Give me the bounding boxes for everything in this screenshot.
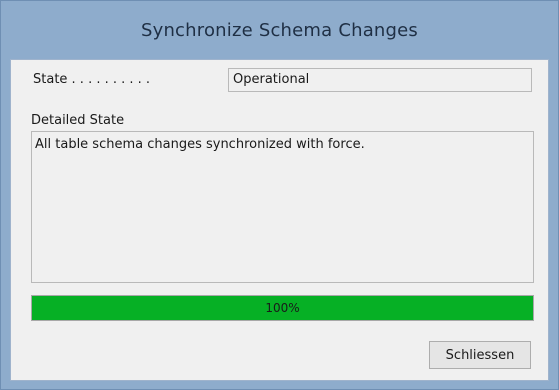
window-title: Synchronize Schema Changes xyxy=(140,20,419,41)
progress-label: 100% xyxy=(265,301,300,315)
close-button[interactable]: Schliessen xyxy=(429,341,531,369)
progress-bar: 100% xyxy=(31,295,534,321)
dialog-content: State . . . . . . . . . . Operational De… xyxy=(10,59,549,381)
title-bar[interactable]: Synchronize Schema Changes xyxy=(1,1,558,59)
detailed-state-box[interactable]: All table schema changes synchronized wi… xyxy=(31,131,534,283)
state-label: State . . . . . . . . . . xyxy=(33,72,151,87)
detailed-state-text: All table schema changes synchronized wi… xyxy=(35,137,365,152)
detailed-state-label: Detailed State xyxy=(31,113,125,128)
state-value: Operational xyxy=(228,68,532,92)
dialog-window: Synchronize Schema Changes State . . . .… xyxy=(0,0,559,390)
